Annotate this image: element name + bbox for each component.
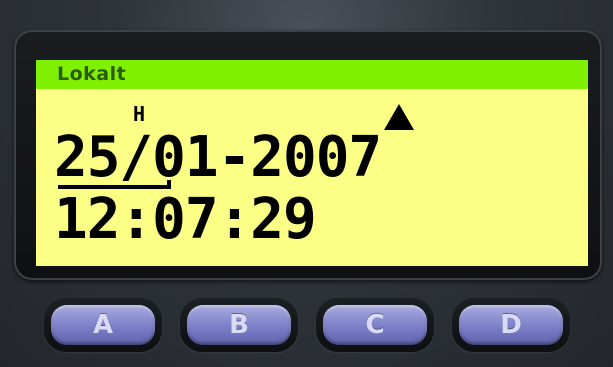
key-c-button[interactable]: C xyxy=(316,298,434,352)
key-b-label: B xyxy=(187,305,291,345)
key-b-button[interactable]: B xyxy=(180,298,298,352)
mode-title: Lokalt xyxy=(57,63,127,85)
key-a-button[interactable]: A xyxy=(44,298,162,352)
device-panel: Lokalt H 25/01-2007 12:07:29 A B C D xyxy=(0,0,613,367)
time-readout: 12:07:29 xyxy=(54,187,317,252)
indicator-label: H xyxy=(133,102,146,126)
up-arrow-icon xyxy=(384,104,414,130)
key-row: A B C D xyxy=(30,290,590,360)
lcd-screen: Lokalt H 25/01-2007 12:07:29 xyxy=(36,60,588,266)
key-d-label: D xyxy=(459,305,563,345)
key-c-label: C xyxy=(323,305,427,345)
key-d-button[interactable]: D xyxy=(452,298,570,352)
date-readout: 25/01-2007 xyxy=(54,125,382,190)
mode-title-bar: Lokalt xyxy=(36,60,588,89)
key-a-label: A xyxy=(51,305,155,345)
